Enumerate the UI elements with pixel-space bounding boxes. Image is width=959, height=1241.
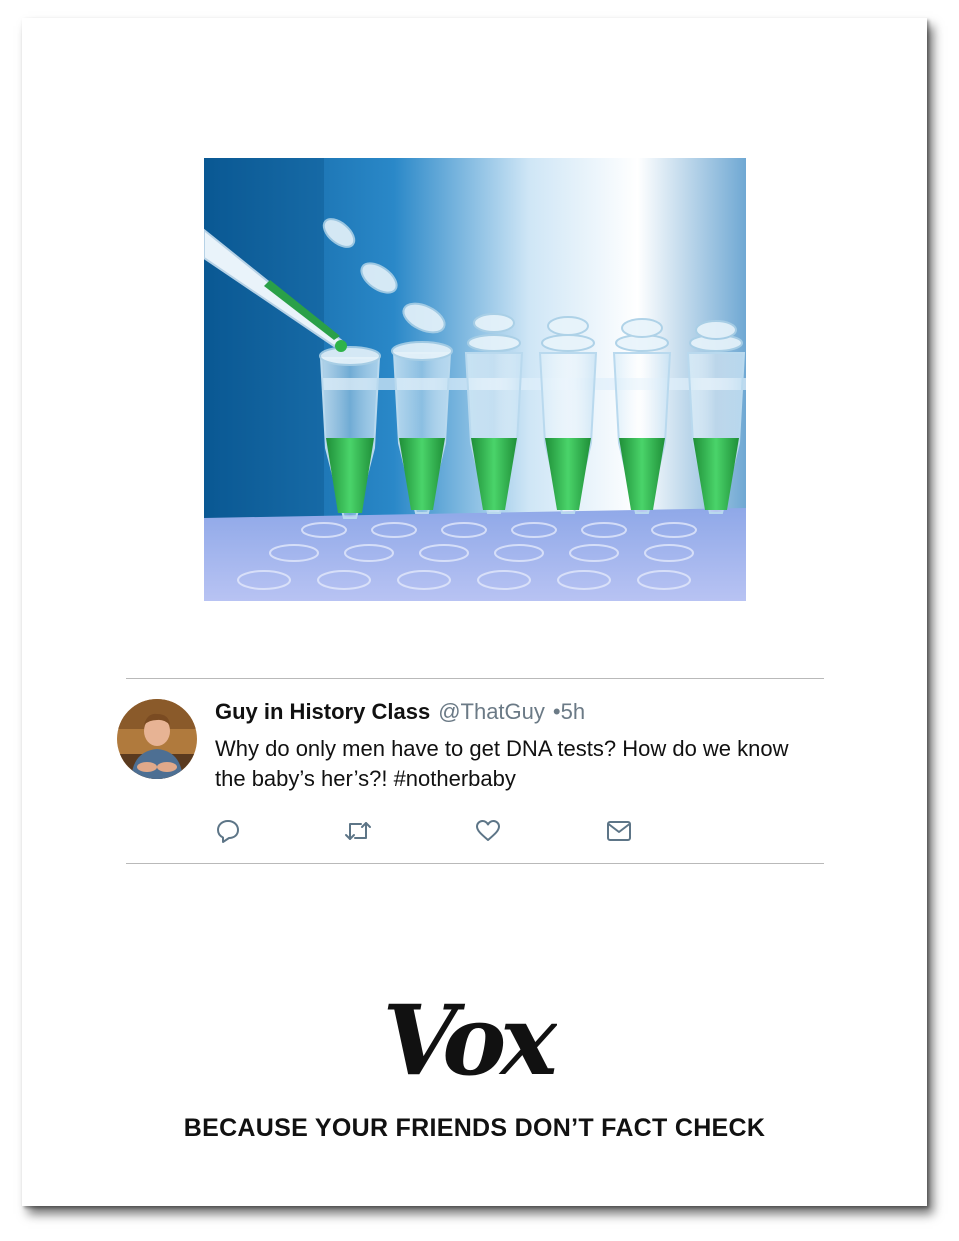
tweet-timestamp[interactable]: •5h	[553, 699, 585, 724]
display-name[interactable]: Guy in History Class	[215, 699, 430, 724]
user-handle[interactable]: @ThatGuy	[438, 699, 545, 724]
retweet-button[interactable]	[343, 818, 373, 844]
tweet-top-divider	[126, 678, 824, 679]
avatar[interactable]	[117, 699, 197, 779]
ad-poster: Guy in History Class @ThatGuy •5h Why do o…	[22, 18, 927, 1206]
dna-test-photo	[204, 158, 746, 601]
vox-logo-text: Vox	[383, 986, 557, 1086]
vox-logo: Vox	[377, 984, 566, 1097]
tweet-text: Why do only men have to get DNA tests? H…	[215, 736, 789, 791]
reply-icon	[217, 820, 239, 843]
heart-icon	[476, 820, 500, 841]
like-button[interactable]	[475, 818, 501, 844]
reply-button[interactable]	[215, 818, 241, 844]
retweet-icon	[345, 822, 371, 840]
direct-message-button[interactable]	[606, 818, 632, 844]
tweet-bottom-divider	[126, 863, 824, 864]
envelope-icon	[607, 821, 631, 841]
tagline: BECAUSE YOUR FRIENDS DON’T FACT CHECK	[183, 1114, 766, 1142]
tweet-header: Guy in History Class @ThatGuy •5h	[215, 698, 585, 726]
